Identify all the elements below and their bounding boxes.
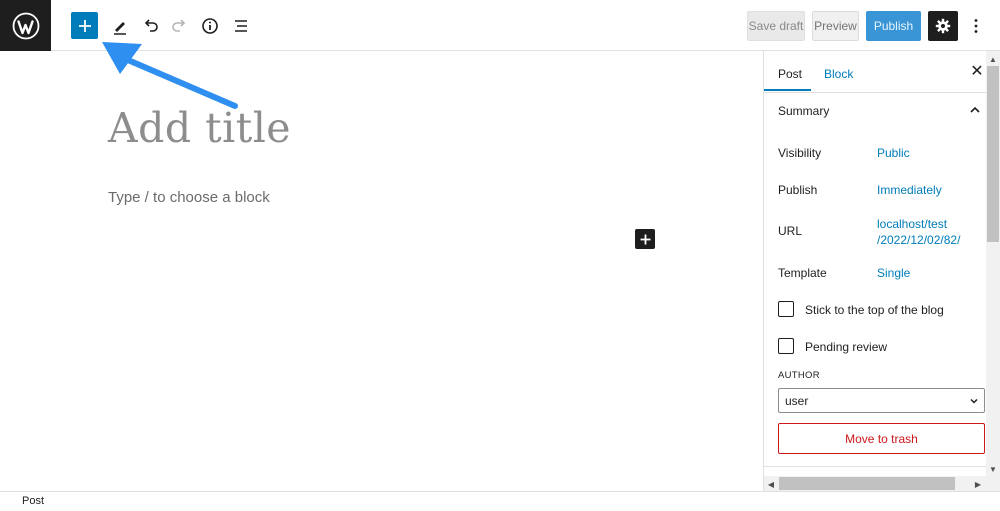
options-button[interactable] bbox=[966, 14, 986, 38]
scroll-right-arrow-icon[interactable]: ▶ bbox=[972, 478, 984, 490]
template-label: Template bbox=[778, 266, 827, 280]
author-select[interactable] bbox=[778, 388, 985, 413]
visibility-label: Visibility bbox=[778, 146, 822, 160]
template-link[interactable]: Single bbox=[877, 265, 910, 281]
breadcrumb[interactable]: Post bbox=[22, 495, 44, 507]
more-vertical-icon bbox=[974, 19, 978, 33]
publish-label: Publish bbox=[778, 183, 818, 197]
sticky-checkbox[interactable] bbox=[778, 301, 794, 317]
url-link[interactable]: localhost/test /2022/12/02/82/ bbox=[877, 216, 960, 248]
chevron-up-icon[interactable] bbox=[968, 103, 982, 117]
chevron-down-icon bbox=[970, 398, 978, 404]
publish-button[interactable]: Publish bbox=[866, 11, 921, 41]
wordpress-logo-button[interactable] bbox=[0, 0, 51, 51]
settings-button[interactable] bbox=[928, 11, 958, 41]
move-to-trash-button[interactable]: Move to trash bbox=[778, 423, 985, 454]
pending-review-checkbox[interactable] bbox=[778, 338, 794, 354]
sticky-label[interactable]: Stick to the top of the blog bbox=[805, 303, 944, 317]
gear-icon bbox=[935, 18, 951, 34]
panel-divider bbox=[764, 466, 986, 467]
preview-button[interactable]: Preview bbox=[812, 11, 859, 41]
url-line-1: localhost/test bbox=[877, 217, 948, 231]
url-line-2: /2022/12/02/82/ bbox=[877, 233, 961, 247]
scroll-up-arrow-icon[interactable]: ▲ bbox=[987, 53, 999, 65]
inline-add-block-button[interactable] bbox=[635, 229, 655, 249]
author-heading: AUTHOR bbox=[778, 370, 820, 381]
url-label: URL bbox=[778, 224, 803, 238]
close-sidebar-button[interactable]: ✕ bbox=[970, 62, 984, 80]
publish-date-link[interactable]: Immediately bbox=[877, 182, 942, 198]
plus-icon bbox=[640, 234, 650, 244]
wordpress-icon bbox=[12, 12, 39, 39]
block-placeholder[interactable]: Type / to choose a block bbox=[108, 189, 270, 206]
post-title-input[interactable]: Add title bbox=[108, 104, 291, 152]
scroll-down-arrow-icon[interactable]: ▼ bbox=[987, 463, 999, 475]
tab-post[interactable]: Post bbox=[778, 56, 802, 92]
pending-review-label[interactable]: Pending review bbox=[805, 340, 887, 354]
visibility-value-link[interactable]: Public bbox=[877, 145, 910, 161]
tab-divider bbox=[764, 92, 986, 93]
tab-block[interactable]: Block bbox=[824, 56, 853, 92]
author-select-value: user bbox=[785, 394, 809, 408]
scroll-left-arrow-icon[interactable]: ◀ bbox=[765, 478, 777, 490]
editor-footer bbox=[0, 491, 1000, 511]
horizontal-scroll-thumb[interactable] bbox=[779, 477, 955, 490]
save-draft-button[interactable]: Save draft bbox=[747, 11, 805, 41]
active-tab-indicator bbox=[764, 89, 811, 91]
close-icon: ✕ bbox=[970, 63, 984, 80]
vertical-scroll-thumb[interactable] bbox=[987, 66, 999, 242]
summary-panel-title[interactable]: Summary bbox=[778, 104, 829, 118]
